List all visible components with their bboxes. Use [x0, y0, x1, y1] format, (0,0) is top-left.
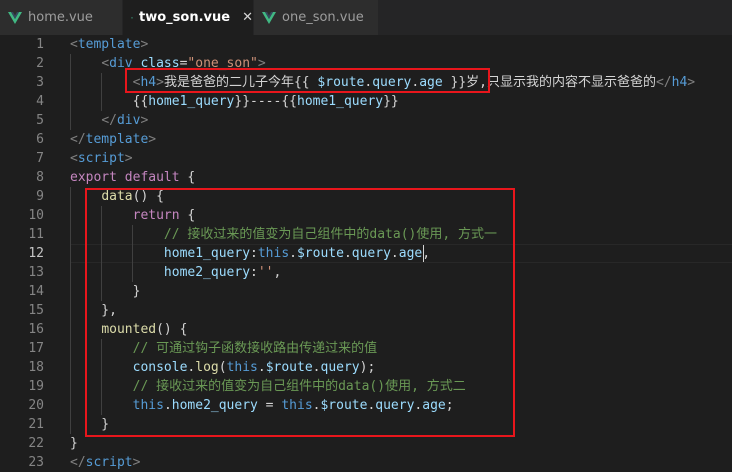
line-number: 9	[36, 189, 44, 204]
line-number: 4	[36, 94, 44, 109]
code-line: 4 {{home1_query}}----{{home1_query}}	[0, 92, 732, 111]
code-text: }	[70, 434, 78, 453]
code-line: 5 </div>	[0, 111, 732, 130]
line-number: 21	[28, 417, 44, 432]
code-token: {{	[70, 94, 149, 109]
code-token: default	[124, 170, 180, 185]
code-token: template	[85, 132, 149, 147]
code-token: }}	[383, 94, 399, 109]
line-number: 13	[28, 265, 44, 280]
code-token: h4	[671, 75, 688, 90]
code-line: 8 export default {	[0, 168, 732, 187]
line-number: 17	[28, 341, 44, 356]
code-token: </	[70, 455, 86, 470]
code-text: </div>	[70, 111, 148, 130]
line-number: 15	[28, 303, 44, 318]
line-number: 11	[28, 227, 44, 242]
line-number: 8	[36, 170, 44, 185]
annotation-box-h4	[125, 68, 490, 93]
line-number: 3	[36, 75, 44, 90]
tab-bar: home.vue two_son.vue ✕ one_son.vue	[0, 0, 732, 35]
line-number: 19	[28, 379, 44, 394]
tab-label: one_son.vue	[282, 10, 364, 25]
line-number: 12	[28, 246, 44, 261]
vue-logo-icon	[8, 11, 22, 24]
tab-home-vue[interactable]: home.vue	[0, 0, 123, 35]
code-token: >	[148, 132, 157, 147]
code-token: script	[85, 455, 133, 470]
line-number: 2	[36, 56, 44, 71]
code-token: <	[70, 151, 78, 166]
code-token: <	[70, 37, 78, 52]
code-editor[interactable]: 1 <template> 2 <div class="one_son"> 3 <h4>…	[0, 35, 732, 470]
code-text: <script>	[70, 149, 133, 168]
line-number: 5	[36, 113, 44, 128]
code-token: </	[655, 75, 672, 90]
tab-one-son-vue[interactable]: one_son.vue	[254, 0, 379, 35]
code-text: {{home1_query}}----{{home1_query}}	[70, 92, 399, 111]
code-line: 6 </template>	[0, 130, 732, 149]
line-number: 10	[28, 208, 44, 223]
code-token: </	[70, 132, 86, 147]
code-token: >	[687, 75, 696, 90]
line-number: 18	[28, 360, 44, 375]
code-text: <template>	[70, 35, 148, 54]
line-number: 23	[28, 455, 44, 470]
code-line: 1 <template>	[0, 35, 732, 54]
code-token: }	[70, 436, 78, 451]
code-line: 7 <script>	[0, 149, 732, 168]
line-number: 14	[28, 284, 44, 299]
vue-logo-icon	[131, 16, 134, 19]
tab-two-son-vue[interactable]: two_son.vue ✕	[123, 0, 254, 35]
code-token: home1_query	[297, 94, 384, 109]
code-token: div	[116, 113, 141, 128]
code-token: >	[124, 151, 133, 166]
code-text: </template>	[70, 130, 156, 149]
line-number: 20	[28, 398, 44, 413]
vue-logo-icon	[262, 11, 276, 24]
code-token: home1_query	[148, 94, 235, 109]
code-token: >	[132, 455, 141, 470]
line-number: 1	[36, 37, 44, 52]
code-text: export default {	[70, 168, 195, 187]
line-number: 16	[28, 322, 44, 337]
close-icon[interactable]: ✕	[242, 10, 253, 25]
code-token: >	[140, 113, 149, 128]
tab-label: home.vue	[28, 10, 93, 25]
code-token: script	[77, 151, 125, 166]
code-token: {	[179, 170, 196, 185]
code-line: 23 </script>	[0, 453, 732, 472]
code-token: </	[101, 113, 117, 128]
line-number: 6	[36, 132, 44, 147]
tab-label: two_son.vue	[139, 10, 231, 25]
code-token: }}----{{	[234, 94, 297, 109]
code-token: >	[140, 37, 149, 52]
code-token: template	[77, 37, 141, 52]
annotation-box-script	[85, 188, 515, 437]
code-token: export	[70, 170, 117, 185]
code-text: </script>	[70, 453, 140, 472]
line-number: 7	[36, 151, 44, 166]
code-token: <	[101, 56, 110, 71]
line-number: 22	[28, 436, 44, 451]
